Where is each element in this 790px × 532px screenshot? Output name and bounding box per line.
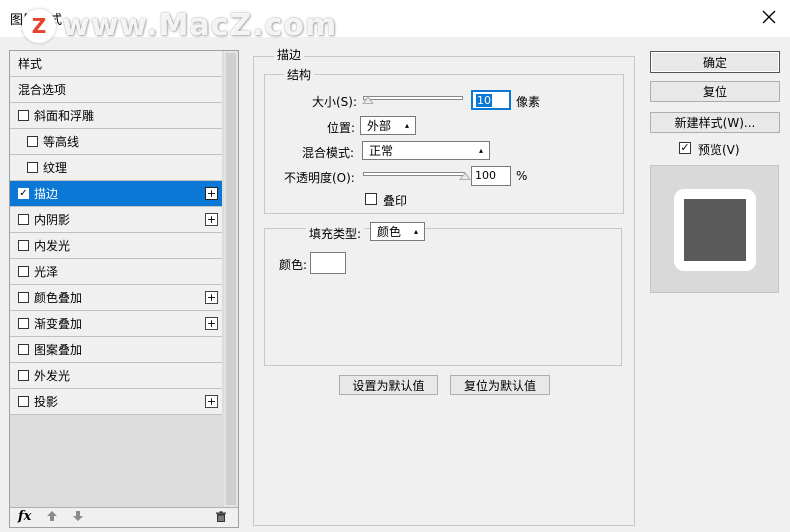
style-item[interactable]: 投影 + (10, 389, 222, 415)
style-preview (650, 165, 779, 293)
style-item[interactable]: 内发光 (10, 233, 222, 259)
style-item-label: 斜面和浮雕 (34, 109, 95, 123)
style-item[interactable]: 斜面和浮雕 (10, 103, 222, 129)
style-checkbox[interactable] (18, 240, 29, 251)
preview-fill (684, 199, 746, 261)
style-checkbox[interactable] (18, 214, 29, 225)
style-item[interactable]: 混合选项 (10, 77, 222, 103)
position-select[interactable]: 外部 ▴ (360, 116, 416, 135)
overprint-checkbox[interactable] (365, 193, 377, 205)
style-item[interactable]: 颜色叠加 + (10, 285, 222, 311)
style-item-label: 等高线 (43, 135, 80, 149)
preview-label: 预览(V) (698, 143, 740, 157)
size-slider-thumb[interactable] (362, 96, 374, 104)
opacity-slider-thumb[interactable] (459, 172, 471, 180)
add-icon[interactable]: + (205, 187, 218, 200)
title-bar: 图层样式 (0, 0, 790, 37)
position-label: 位置: (327, 121, 356, 135)
trash-icon[interactable] (215, 511, 227, 526)
style-item-label: 渐变叠加 (34, 317, 83, 331)
chevron-updown-icon: ▴ (478, 146, 483, 155)
style-item-label: 投影 (34, 395, 59, 409)
style-item[interactable]: 外发光 (10, 363, 222, 389)
style-checkbox[interactable] (18, 396, 29, 407)
opacity-unit: % (516, 169, 528, 183)
style-item-label: 纹理 (43, 161, 68, 175)
styles-list-panel: 样式混合选项斜面和浮雕等高线纹理 ✓ 描边 + 内阴影 + 内发光光泽颜色叠加 + 渐变叠加 + 图… (9, 50, 239, 528)
style-checkbox[interactable] (18, 110, 29, 121)
scrollbar-thumb[interactable] (226, 53, 236, 505)
arrow-up-icon[interactable] (46, 510, 58, 525)
preview-stroke (674, 189, 756, 271)
style-item-label: 光泽 (34, 265, 59, 279)
fx-button[interactable]: fx (18, 509, 31, 524)
opacity-slider-track[interactable] (363, 172, 465, 176)
add-icon[interactable]: + (205, 213, 218, 226)
fill-type-label: 填充类型: (306, 225, 365, 242)
style-item[interactable]: 图案叠加 (10, 337, 222, 363)
style-item[interactable]: ✓ 描边 + (10, 181, 222, 207)
style-item-label: 内发光 (34, 239, 71, 253)
styles-toolbar: fx (10, 507, 238, 527)
fill-type-select[interactable]: 颜色 ▴ (370, 222, 425, 241)
add-icon[interactable]: + (205, 317, 218, 330)
size-label: 大小(S): (312, 95, 358, 109)
ok-button[interactable]: 确定 (650, 51, 780, 73)
size-unit: 像素 (516, 95, 541, 109)
size-slider-track[interactable] (363, 96, 463, 100)
style-item[interactable]: 内阴影 + (10, 207, 222, 233)
style-item[interactable]: 渐变叠加 + (10, 311, 222, 337)
style-item-label: 样式 (18, 57, 43, 71)
scrollbar[interactable] (224, 51, 238, 507)
style-item-label: 图案叠加 (34, 343, 83, 357)
style-checkbox[interactable]: ✓ (18, 188, 29, 199)
style-item[interactable]: 样式 (10, 51, 222, 77)
style-checkbox[interactable] (18, 266, 29, 277)
reset-button[interactable]: 复位 (650, 81, 780, 102)
window-title: 图层样式 (10, 13, 63, 28)
new-style-button[interactable]: 新建样式(W)... (650, 112, 780, 133)
fill-group (264, 228, 622, 366)
add-icon[interactable]: + (205, 291, 218, 304)
style-item-label: 内阴影 (34, 213, 71, 227)
opacity-input[interactable]: 100 (471, 166, 511, 186)
style-item-label: 混合选项 (18, 83, 67, 97)
style-checkbox[interactable] (18, 292, 29, 303)
style-checkbox[interactable] (27, 162, 38, 173)
style-item-label: 外发光 (34, 369, 71, 383)
overprint-label: 叠印 (383, 194, 408, 208)
reset-default-button[interactable]: 复位为默认值 (450, 375, 550, 395)
color-label: 颜色: (279, 258, 308, 272)
size-input[interactable]: 10 (471, 90, 511, 110)
add-icon[interactable]: + (205, 395, 218, 408)
style-item[interactable]: 等高线 (10, 129, 222, 155)
chevron-updown-icon: ▴ (413, 227, 418, 236)
blend-mode-select[interactable]: 正常 ▴ (362, 141, 490, 160)
color-swatch[interactable] (310, 252, 346, 274)
preview-checkbox[interactable]: ✓ (679, 142, 691, 154)
style-item[interactable]: 光泽 (10, 259, 222, 285)
style-checkbox[interactable] (18, 370, 29, 381)
stroke-section-title: 描边 (274, 46, 305, 63)
style-item-label: 描边 (34, 187, 59, 201)
set-default-button[interactable]: 设置为默认值 (339, 375, 438, 395)
structure-title: 结构 (284, 66, 315, 83)
style-checkbox[interactable] (18, 318, 29, 329)
styles-list: 样式混合选项斜面和浮雕等高线纹理 ✓ 描边 + 内阴影 + 内发光光泽颜色叠加 + 渐变叠加 + 图… (10, 51, 222, 415)
style-checkbox[interactable] (18, 344, 29, 355)
chevron-updown-icon: ▴ (404, 121, 409, 130)
blend-mode-label: 混合模式: (302, 146, 355, 160)
arrow-down-icon[interactable] (72, 510, 84, 525)
style-item[interactable]: 纹理 (10, 155, 222, 181)
opacity-label: 不透明度(O): (284, 171, 355, 185)
close-icon[interactable] (756, 4, 782, 30)
style-checkbox[interactable] (27, 136, 38, 147)
style-item-label: 颜色叠加 (34, 291, 83, 305)
